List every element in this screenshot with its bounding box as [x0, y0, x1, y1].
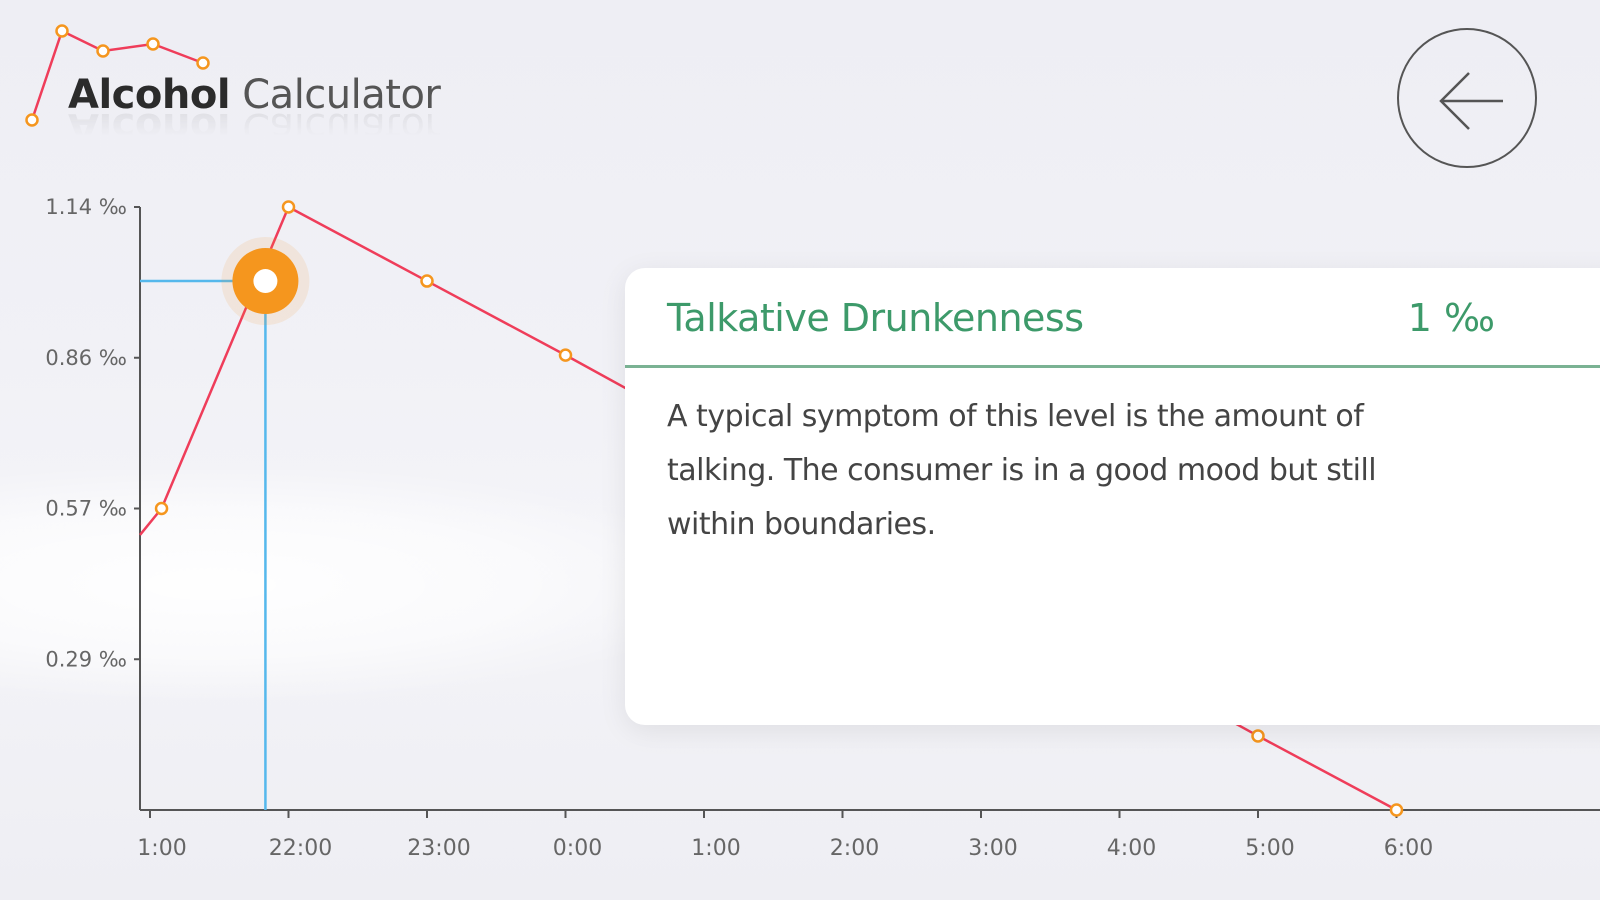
x-tick-label: 0:00	[553, 836, 602, 861]
x-tick-label: 22:00	[269, 836, 332, 861]
data-point	[281, 200, 296, 214]
y-tick-label: 0.29 ‰	[45, 647, 127, 671]
y-tick-label: 1.14 ‰	[45, 195, 127, 219]
x-tick-label: 6:00	[1384, 836, 1433, 861]
y-tick-label: 0.57 ‰	[45, 497, 127, 521]
x-tick-label: 23:00	[407, 836, 470, 861]
card-header: Talkative Drunkenness 1 ‰	[625, 268, 1600, 368]
x-tick-label: 2:00	[830, 836, 879, 861]
data-point	[558, 348, 573, 362]
x-tick-label: 3:00	[968, 836, 1017, 861]
x-axis-ticks: 1:00 22:00 23:00 0:00 1:00 2:00 3:00 4:00 5:00 6:…	[137, 810, 1433, 861]
x-tick-label: 5:00	[1245, 836, 1294, 861]
y-axis-ticks: 1.14 ‰ 0.86 ‰ 0.57 ‰ 0.29 ‰	[45, 195, 140, 671]
selection-crosshair	[140, 279, 267, 810]
x-tick-label: 1:00	[137, 836, 186, 861]
x-tick-label: 1:00	[691, 836, 740, 861]
data-point	[420, 274, 434, 288]
x-tick-label: 4:00	[1107, 836, 1156, 861]
level-info-card: Talkative Drunkenness 1 ‰ A typical symp…	[625, 268, 1600, 725]
level-value: 1 ‰	[1407, 296, 1495, 340]
level-name: Talkative Drunkenness	[667, 296, 1084, 340]
data-point	[1389, 803, 1404, 817]
selected-point[interactable]	[221, 237, 310, 326]
level-description: A typical symptom of this level is the a…	[667, 399, 1377, 542]
selected-point-center	[253, 269, 278, 294]
data-point	[154, 501, 169, 516]
y-tick-label: 0.86 ‰	[45, 346, 127, 370]
data-point	[1251, 729, 1265, 743]
